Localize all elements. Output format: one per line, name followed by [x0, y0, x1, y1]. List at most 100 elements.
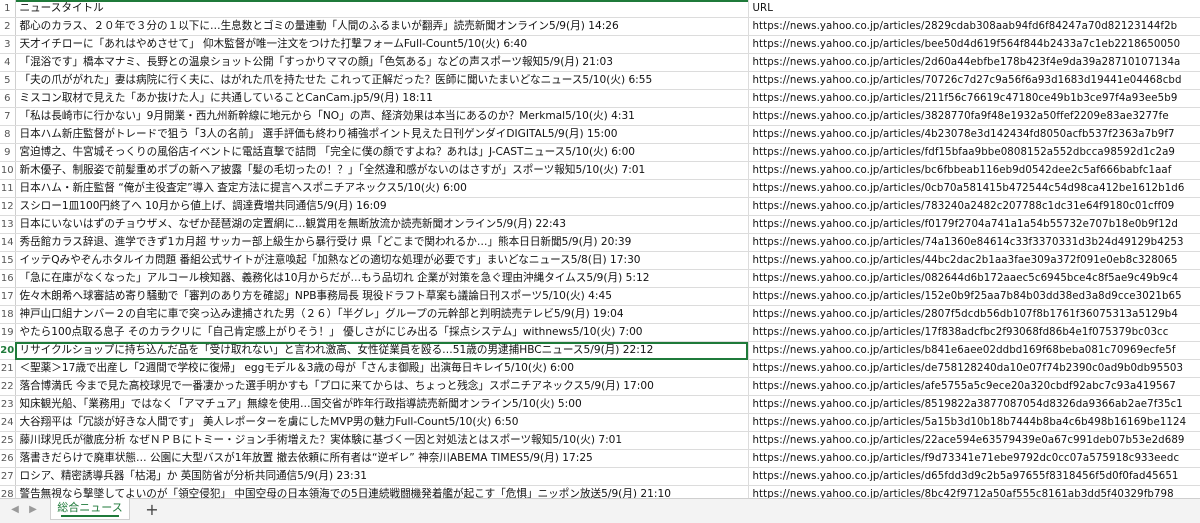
cell-url[interactable]: https://news.yahoo.co.jp/articles/152e0b… [748, 287, 1200, 306]
cell-url[interactable]: https://news.yahoo.co.jp/articles/de7581… [748, 359, 1200, 378]
row-number[interactable]: 2 [0, 17, 16, 36]
cell-news-title[interactable]: 日本ハム新庄監督がトレードで狙う「3人の名前」 選手評価も終わり補強ポイント見え… [15, 125, 749, 144]
cell-url[interactable]: https://news.yahoo.co.jp/articles/4b2307… [748, 125, 1200, 144]
table-row[interactable]: 21 ＜聖薬＞17歳で出産し「2週間で学校に復帰」 eggモデル＆3歳の母が「さん… [0, 359, 1200, 378]
table-row[interactable]: 16 「急に在庫がなくなった」アルコール検知器、義務化は10月からだが…もう品切れ… [0, 269, 1200, 288]
table-row[interactable]: 13 日本にいないはずのチョウザメ、なぜか琵琶湖の定置網に…観賞用を無断放流か読売… [0, 215, 1200, 234]
table-row[interactable]: 3 天才イチローに「あれはやめさせて」 仰木監督が唯一注文をつけた打撃フォームFu… [0, 35, 1200, 54]
cell-url[interactable]: https://news.yahoo.co.jp/articles/2829cd… [748, 17, 1200, 36]
cell-news-title[interactable]: ロシア、精密誘導兵器「枯渇」か 英国防省が分析共同通信5/9(月) 23:31 [15, 467, 749, 486]
table-row[interactable]: 27 ロシア、精密誘導兵器「枯渇」か 英国防省が分析共同通信5/9(月) 23:3… [0, 467, 1200, 486]
row-number[interactable]: 23 [0, 395, 16, 414]
cell-news-title[interactable]: イッテQみやぞんホタルイカ問題 番組公式サイトが注意喚起「加熱などの適切な処理が… [15, 251, 749, 270]
table-row[interactable]: 5 「夫の爪ががれた」妻は病院に行く夫に、はがれた爪を持たせた これって正解だった… [0, 71, 1200, 90]
row-number[interactable]: 11 [0, 179, 16, 198]
table-row[interactable]: 14 秀岳館カラス辞退、進学できず1カ月超 サッカー部上級生から暴行受け 県「どこ… [0, 233, 1200, 252]
row-number[interactable]: 8 [0, 125, 16, 144]
cell-url[interactable]: https://news.yahoo.co.jp/articles/082644… [748, 269, 1200, 288]
cell-url[interactable]: https://news.yahoo.co.jp/articles/5a15b3… [748, 413, 1200, 432]
cell-url[interactable]: https://news.yahoo.co.jp/articles/f9d733… [748, 449, 1200, 468]
table-row[interactable]: 24 大谷翔平は「冗談が好きな人間です」 美人レポーターを虜にしたMVP男の魅力F… [0, 413, 1200, 432]
cell-news-title[interactable]: 日本ハム・新庄監督 “俺が主役査定”導入 査定方法に提言へスポニチアネックス5/… [15, 179, 749, 198]
table-row[interactable]: 15 イッテQみやぞんホタルイカ問題 番組公式サイトが注意喚起「加熱などの適切な処… [0, 251, 1200, 270]
row-number[interactable]: 10 [0, 161, 16, 180]
cell-url[interactable]: https://news.yahoo.co.jp/articles/74a136… [748, 233, 1200, 252]
cell-news-title[interactable]: 「夫の爪ががれた」妻は病院に行く夫に、はがれた爪を持たせた これって正解だった？… [15, 71, 749, 90]
row-number[interactable]: 7 [0, 107, 16, 126]
row-number[interactable]: 1 [0, 0, 16, 18]
table-row[interactable]: 6 ミスコン取材で見えた「あか抜けた人」に共通していることCanCam.jp5/9… [0, 89, 1200, 108]
cell-url[interactable]: https://news.yahoo.co.jp/articles/17f838… [748, 323, 1200, 342]
row-number[interactable]: 5 [0, 71, 16, 90]
spreadsheet-grid[interactable]: 1 ニュースタイトル URL 2 都心のカラス、２０年で３分の１以下に…生息数とゴミの量… [0, 0, 1200, 522]
cell-news-title[interactable]: 藤川球児氏が徹底分析 なぜＮＰＢにトミー・ジョン手術増えた？実体験に基づく一因と… [15, 431, 749, 450]
sheet-tab-sogo-news[interactable]: 総合ニュース [50, 498, 130, 520]
cell-url[interactable]: https://news.yahoo.co.jp/articles/afe575… [748, 377, 1200, 396]
cell-url[interactable]: https://news.yahoo.co.jp/articles/44bc2d… [748, 251, 1200, 270]
cell-news-title[interactable]: 「急に在庫がなくなった」アルコール検知器、義務化は10月からだが…もう品切れ 企… [15, 269, 749, 288]
cell-url[interactable]: https://news.yahoo.co.jp/articles/f0179f… [748, 215, 1200, 234]
cell-news-title[interactable]: 都心のカラス、２０年で３分の１以下に…生息数とゴミの量連動「人間のふるまいが翻弄… [15, 17, 749, 36]
row-number[interactable]: 27 [0, 467, 16, 486]
cell-news-title[interactable]: やたら100点取る息子 そのカラクリに「自己肯定感上がりそう！」 優しさがにじみ… [15, 323, 749, 342]
cell-url[interactable]: https://news.yahoo.co.jp/articles/bee50d… [748, 35, 1200, 54]
cell-news-title[interactable]: 宮迫博之、牛宮城そっくりの風俗店イベントに電話直撃で詰問 「完全に僕の顔ですよね… [15, 143, 749, 162]
cell-news-title[interactable]: スシロー1皿100円終了へ 10月から値上げ、調達費増共同通信5/9(月) 16… [15, 197, 749, 216]
cell-url[interactable]: https://news.yahoo.co.jp/articles/22ace5… [748, 431, 1200, 450]
table-row[interactable]: 1 ニュースタイトル URL [0, 0, 1200, 18]
table-row[interactable]: 2 都心のカラス、２０年で３分の１以下に…生息数とゴミの量連動「人間のふるまいが翻… [0, 17, 1200, 36]
cell-url[interactable]: https://news.yahoo.co.jp/articles/783240… [748, 197, 1200, 216]
prev-sheet-arrow-icon[interactable]: ◀ [8, 502, 22, 518]
cell-news-title[interactable]: 佐々木朗希へ球審詰め寄り騒動で「審判のあり方を確認」NPB事務局長 現役ドラフト… [15, 287, 749, 306]
table-row[interactable]: 7 「私は長崎市に行かない」9月開業・西九州新幹線に地元から「NO」の声、経済効果… [0, 107, 1200, 126]
cell-news-title[interactable]: 秀岳館カラス辞退、進学できず1カ月超 サッカー部上級生から暴行受け 県「どこまで… [15, 233, 749, 252]
row-number[interactable]: 21 [0, 359, 16, 378]
cell-news-title[interactable]: 知床観光船、「業務用」ではなく「アマチュア」無線を使用…国交省が昨年行政指導読売… [15, 395, 749, 414]
cell-url[interactable]: https://news.yahoo.co.jp/articles/382877… [748, 107, 1200, 126]
table-row[interactable]: 19 やたら100点取る息子 そのカラクリに「自己肯定感上がりそう！」 優しさがに… [0, 323, 1200, 342]
row-number[interactable]: 17 [0, 287, 16, 306]
row-number[interactable]: 26 [0, 449, 16, 468]
table-row[interactable]: 20 リサイクルショップに持ち込んだ品を「受け取れない」と言われ激高、女性従業員を… [0, 341, 1200, 360]
table-row[interactable]: 9 宮迫博之、牛宮城そっくりの風俗店イベントに電話直撃で詰問 「完全に僕の顔ですよ… [0, 143, 1200, 162]
row-number[interactable]: 12 [0, 197, 16, 216]
cell-news-title[interactable]: 落合博満氏 今まで見た高校球児で一番凄かった選手明かすも「プロに来てからは、ちょ… [15, 377, 749, 396]
cell-url[interactable]: https://news.yahoo.co.jp/articles/b841e6… [748, 341, 1200, 360]
row-number[interactable]: 19 [0, 323, 16, 342]
cell-url[interactable]: https://news.yahoo.co.jp/articles/211f56… [748, 89, 1200, 108]
table-row[interactable]: 11 日本ハム・新庄監督 “俺が主役査定”導入 査定方法に提言へスポニチアネックス… [0, 179, 1200, 198]
row-number[interactable]: 4 [0, 53, 16, 72]
cell-url[interactable]: https://news.yahoo.co.jp/articles/0cb70a… [748, 179, 1200, 198]
cell-url[interactable]: https://news.yahoo.co.jp/articles/bc6fbb… [748, 161, 1200, 180]
cell-news-title[interactable]: ミスコン取材で見えた「あか抜けた人」に共通していることCanCam.jp5/9(… [15, 89, 749, 108]
table-row[interactable]: 12 スシロー1皿100円終了へ 10月から値上げ、調達費増共同通信5/9(月) … [0, 197, 1200, 216]
cell-news-title[interactable]: 落書きだらけで廃車状態… 公園に大型バスが1年放置 撤去依頼に所有者は“逆ギレ”… [15, 449, 749, 468]
table-row[interactable]: 10 新木優子、制服姿で前髪重めボブの新ヘア披露「髪の毛切ったの！？」「全然違和感… [0, 161, 1200, 180]
table-row[interactable]: 18 神戸山口組ナンバー２の自宅に車で突っ込み逮捕された男（２６）「半グレ」グルー… [0, 305, 1200, 324]
row-number[interactable]: 6 [0, 89, 16, 108]
table-row[interactable]: 22 落合博満氏 今まで見た高校球児で一番凄かった選手明かすも「プロに来てからは、… [0, 377, 1200, 396]
cell-url[interactable]: https://news.yahoo.co.jp/articles/851982… [748, 395, 1200, 414]
table-row[interactable]: 25 藤川球児氏が徹底分析 なぜＮＰＢにトミー・ジョン手術増えた？実体験に基づく一… [0, 431, 1200, 450]
row-number[interactable]: 16 [0, 269, 16, 288]
table-row[interactable]: 23 知床観光船、「業務用」ではなく「アマチュア」無線を使用…国交省が昨年行政指導… [0, 395, 1200, 414]
row-number[interactable]: 18 [0, 305, 16, 324]
cell-news-title[interactable]: 「混浴です」橋本マナミ、長野との温泉ショット公開「すっかりママの顔」「色気ある」… [15, 53, 749, 72]
cell-news-title[interactable]: 神戸山口組ナンバー２の自宅に車で突っ込み逮捕された男（２６）「半グレ」グループの… [15, 305, 749, 324]
cell-news-title[interactable]: 「私は長崎市に行かない」9月開業・西九州新幹線に地元から「NO」の声、経済効果は… [15, 107, 749, 126]
row-number[interactable]: 13 [0, 215, 16, 234]
cell-news-title[interactable]: 新木優子、制服姿で前髪重めボブの新ヘア披露「髪の毛切ったの！？」「全然違和感がな… [15, 161, 749, 180]
add-sheet-button[interactable]: + [142, 501, 162, 519]
cell-news-title[interactable]: 日本にいないはずのチョウザメ、なぜか琵琶湖の定置網に…観賞用を無断放流か読売新聞… [15, 215, 749, 234]
column-header-title[interactable]: ニュースタイトル [15, 0, 749, 18]
cell-news-title[interactable]: ＜聖薬＞17歳で出産し「2週間で学校に復帰」 eggモデル＆3歳の母が「さんま御… [15, 359, 749, 378]
row-number[interactable]: 9 [0, 143, 16, 162]
row-number[interactable]: 22 [0, 377, 16, 396]
column-header-url[interactable]: URL [748, 0, 1200, 18]
table-row[interactable]: 17 佐々木朗希へ球審詰め寄り騒動で「審判のあり方を確認」NPB事務局長 現役ドラ… [0, 287, 1200, 306]
row-number[interactable]: 3 [0, 35, 16, 54]
row-number[interactable]: 20 [0, 341, 16, 360]
cell-news-title[interactable]: リサイクルショップに持ち込んだ品を「受け取れない」と言われ激高、女性従業員を殴る… [15, 341, 749, 360]
table-row[interactable]: 4 「混浴です」橋本マナミ、長野との温泉ショット公開「すっかりママの顔」「色気ある… [0, 53, 1200, 72]
cell-url[interactable]: https://news.yahoo.co.jp/articles/fdf15b… [748, 143, 1200, 162]
